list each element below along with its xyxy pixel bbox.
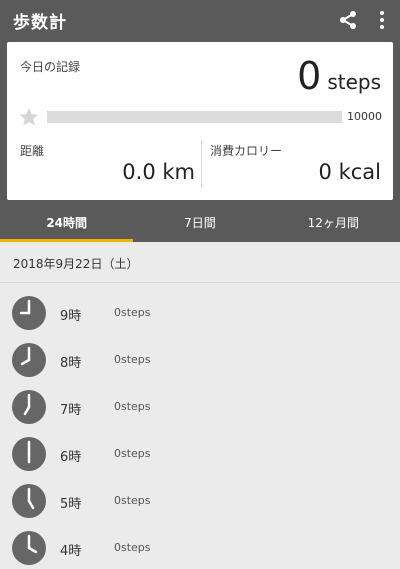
row-steps: 0steps (114, 494, 151, 507)
list-item[interactable]: 9時 0steps (0, 283, 400, 330)
stat-divider (201, 140, 202, 188)
list-item[interactable]: 8時 0steps (0, 330, 400, 377)
calorie-value: 0 kcal (318, 160, 381, 184)
tab-24-hours[interactable]: 24時間 (0, 203, 134, 242)
hourly-list: 9時 0steps 8時 0steps 7時 0steps 6時 0steps … (0, 283, 400, 565)
date-header: 2018年9月22日（土） (0, 242, 400, 283)
share-icon[interactable] (336, 8, 360, 32)
tab-7-days[interactable]: 7日間 (133, 203, 266, 242)
list-item[interactable]: 4時 0steps (0, 518, 400, 565)
list-item[interactable]: 6時 0steps (0, 424, 400, 471)
app-bar: 歩数計 (0, 0, 400, 40)
tab-12-months[interactable]: 12ヶ月間 (267, 203, 400, 242)
more-vert-icon[interactable] (370, 8, 394, 32)
steps-count: 0 steps (297, 56, 381, 96)
date-label: 2018年9月22日（土） (13, 257, 139, 271)
clock-icon (12, 296, 46, 330)
hour-label: 6時 (60, 450, 82, 465)
calorie-label: 消費カロリー (210, 144, 283, 158)
clock-icon (12, 343, 46, 377)
period-tabs: 24時間 7日間 12ヶ月間 (0, 203, 400, 242)
row-steps: 0steps (114, 306, 151, 319)
goal-progress-bar (47, 111, 342, 123)
hour-label: 5時 (60, 497, 82, 512)
row-steps: 0steps (114, 447, 151, 460)
header-area: 歩数計 今日の記録 0 steps 10000 距離 0.0 km 消費カロリー… (0, 0, 400, 242)
row-steps: 0steps (114, 353, 151, 366)
clock-icon (12, 484, 46, 518)
today-summary-card: 今日の記録 0 steps 10000 距離 0.0 km 消費カロリー 0 k… (7, 42, 393, 200)
hour-label: 9時 (60, 309, 82, 324)
hour-label: 4時 (60, 544, 82, 559)
hour-label: 8時 (60, 356, 82, 371)
clock-icon (12, 390, 46, 424)
list-item[interactable]: 7時 0steps (0, 377, 400, 424)
row-steps: 0steps (114, 541, 151, 554)
distance-value: 0.0 km (122, 160, 195, 184)
hour-label: 7時 (60, 403, 82, 418)
star-icon (18, 106, 40, 128)
goal-label: 10000 (347, 110, 382, 123)
steps-unit: steps (327, 70, 381, 94)
distance-label: 距離 (20, 144, 45, 158)
today-record-label: 今日の記録 (20, 60, 81, 74)
steps-value: 0 (297, 54, 322, 98)
list-item[interactable]: 5時 0steps (0, 471, 400, 518)
clock-icon (12, 437, 46, 471)
row-steps: 0steps (114, 400, 151, 413)
app-title: 歩数計 (13, 13, 67, 33)
clock-icon (12, 531, 46, 565)
